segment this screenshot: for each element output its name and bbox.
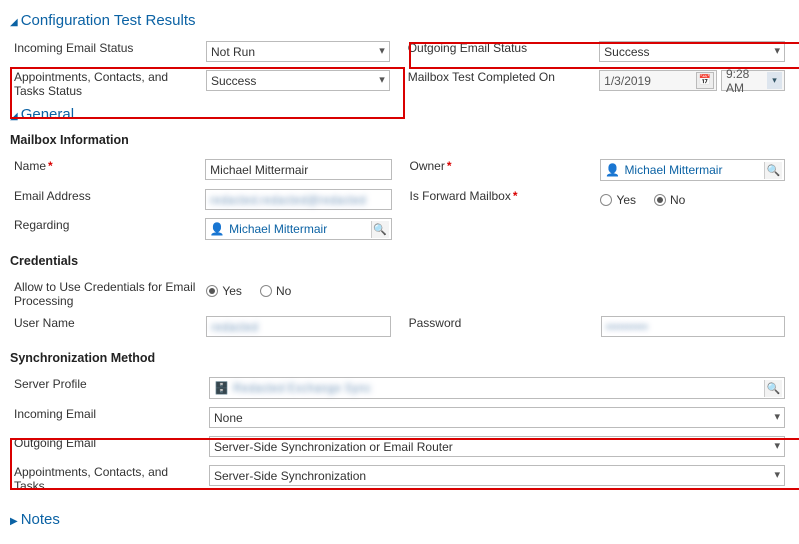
- chevron-down-icon[interactable]: ▾: [767, 72, 782, 89]
- completed-time-input[interactable]: 9:28 AM ▾: [721, 70, 785, 91]
- server-profile-label: Server Profile: [10, 373, 205, 403]
- username-input[interactable]: redacted: [206, 316, 390, 337]
- allow-no-radio[interactable]: No: [260, 284, 291, 298]
- forward-radio-group: Yes No: [600, 189, 785, 210]
- sync-method-head: Synchronization Method: [10, 351, 789, 365]
- required-icon: *: [46, 159, 53, 173]
- forward-label: Is Forward Mailbox: [409, 189, 510, 203]
- outgoing-email-label: Outgoing Email: [10, 432, 205, 461]
- incoming-email-label: Incoming Email: [10, 403, 205, 432]
- config-results-table: Incoming Email Status Not Run Outgoing E…: [10, 37, 789, 102]
- appt-sync-label: Appointments, Contacts, and Tasks: [10, 461, 205, 497]
- regarding-label: Regarding: [10, 214, 201, 244]
- server-profile-lookup[interactable]: 🗄️ Redacted Exchange Sync 🔍: [209, 377, 785, 399]
- server-icon: 🗄️: [214, 381, 228, 395]
- incoming-email-dropdown[interactable]: None: [209, 407, 785, 428]
- section-general[interactable]: ◢General: [10, 106, 789, 123]
- regarding-lookup[interactable]: 👤 Michael Mittermair 🔍: [205, 218, 391, 240]
- search-icon[interactable]: 🔍: [371, 221, 389, 238]
- outgoing-email-status-dropdown[interactable]: Success: [599, 41, 785, 62]
- owner-label: Owner: [409, 159, 444, 173]
- required-icon: *: [511, 189, 518, 203]
- section-title: General: [21, 106, 74, 123]
- allow-yes-radio[interactable]: Yes: [206, 284, 242, 298]
- password-label: Password: [405, 312, 597, 341]
- incoming-email-status-dropdown[interactable]: Not Run: [206, 41, 390, 62]
- appt-sync-dropdown[interactable]: Server-Side Synchronization: [209, 465, 785, 486]
- username-label: User Name: [10, 312, 202, 341]
- required-icon: *: [445, 159, 452, 173]
- name-label: Name: [14, 159, 46, 173]
- completed-on-label: Mailbox Test Completed On: [404, 66, 595, 102]
- person-icon: 👤: [210, 222, 224, 236]
- expand-icon: ▶: [10, 516, 18, 527]
- mailbox-info-table: Name* Michael Mittermair Owner* 👤 Michae…: [10, 155, 789, 244]
- section-title: Notes: [21, 511, 60, 528]
- collapse-icon: ◢: [10, 111, 18, 122]
- name-input[interactable]: Michael Mittermair: [205, 159, 391, 180]
- forward-no-radio[interactable]: No: [654, 193, 685, 207]
- credentials-head: Credentials: [10, 254, 789, 268]
- incoming-email-status-label: Incoming Email Status: [10, 37, 202, 66]
- appt-status-label: Appointments, Contacts, and Tasks Status: [10, 66, 202, 102]
- credentials-table: Allow to Use Credentials for Email Proce…: [10, 276, 789, 341]
- forward-yes-radio[interactable]: Yes: [600, 193, 636, 207]
- section-notes[interactable]: ▶Notes: [10, 511, 789, 528]
- email-address-input[interactable]: redacted.redacted@redacted: [205, 189, 391, 210]
- email-address-label: Email Address: [10, 185, 201, 214]
- outgoing-email-dropdown[interactable]: Server-Side Synchronization or Email Rou…: [209, 436, 785, 457]
- section-title: Configuration Test Results: [21, 12, 196, 29]
- calendar-icon[interactable]: 📅: [696, 72, 714, 89]
- appt-status-dropdown[interactable]: Success: [206, 70, 390, 91]
- collapse-icon: ◢: [10, 17, 18, 28]
- allow-creds-radio-group: Yes No: [206, 280, 390, 301]
- search-icon[interactable]: 🔍: [764, 162, 782, 179]
- owner-lookup[interactable]: 👤 Michael Mittermair 🔍: [600, 159, 785, 181]
- outgoing-email-status-label: Outgoing Email Status: [404, 37, 595, 66]
- completed-date-input[interactable]: 1/3/2019 📅: [599, 70, 717, 91]
- section-config-results[interactable]: ◢Configuration Test Results: [10, 12, 789, 29]
- allow-creds-label: Allow to Use Credentials for Email Proce…: [10, 276, 202, 312]
- sync-method-table: Server Profile 🗄️ Redacted Exchange Sync…: [10, 373, 789, 497]
- search-icon[interactable]: 🔍: [764, 380, 782, 397]
- mailbox-info-head: Mailbox Information: [10, 133, 789, 147]
- person-icon: 👤: [605, 163, 619, 177]
- password-input[interactable]: ••••••••••: [601, 316, 785, 337]
